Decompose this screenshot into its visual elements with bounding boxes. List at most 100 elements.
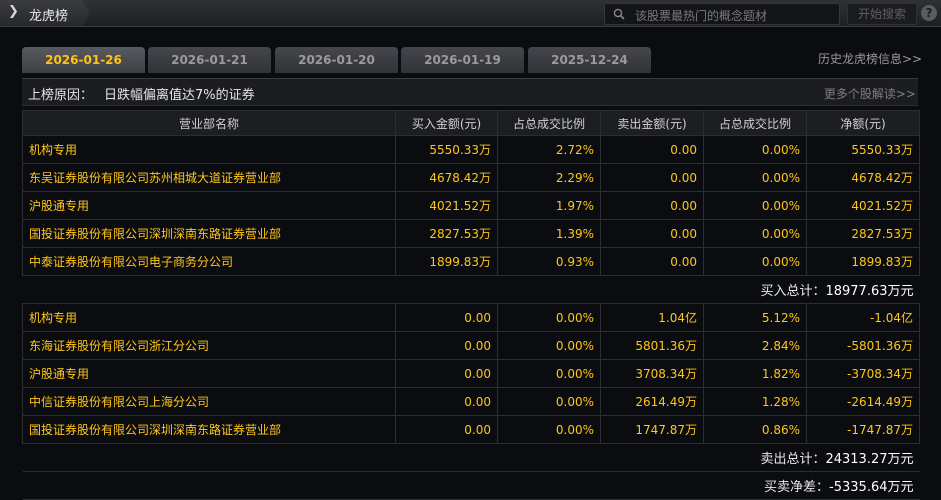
value-cell: 0.00% bbox=[497, 387, 601, 416]
value-cell: 0.00% bbox=[497, 359, 601, 388]
value-cell: 0.00 bbox=[600, 247, 704, 276]
value-cell: 4678.42万 bbox=[806, 163, 920, 192]
value-cell: 2.84% bbox=[703, 331, 807, 360]
value-cell: 4021.52万 bbox=[395, 191, 498, 220]
value-cell: 1.28% bbox=[703, 387, 807, 416]
tab-date[interactable]: 2026-01-21 bbox=[148, 47, 271, 73]
value-cell: 2827.53万 bbox=[395, 219, 498, 248]
reason-text: 日跌幅偏离值达7%的证券 bbox=[104, 88, 255, 103]
sell-total-row: 卖出总计：24313.27万元 bbox=[22, 443, 920, 472]
branch-name-cell[interactable]: 沪股通专用 bbox=[22, 359, 396, 388]
branch-name-cell[interactable]: 东海证券股份有限公司浙江分公司 bbox=[22, 331, 396, 360]
buy-total-row-cell: 买入总计：18977.63万元 bbox=[22, 275, 920, 304]
column-header: 占总成交比例 bbox=[497, 110, 601, 136]
ranking-table: 营业部名称 买入金额(元) 占总成交比例 卖出金额(元) 占总成交比例 净额(元) 机构专… bbox=[22, 110, 920, 500]
net-diff-row-value: -5335.64万元 bbox=[829, 480, 914, 495]
tab-date[interactable]: 2026-01-20 bbox=[275, 47, 398, 73]
value-cell: 1.97% bbox=[497, 191, 601, 220]
column-header: 买入金额(元) bbox=[395, 110, 498, 136]
value-cell: 5801.36万 bbox=[600, 331, 704, 360]
reason-label: 上榜原因： bbox=[28, 88, 94, 103]
net-diff-row-cell: 买卖净差：-5335.64万元 bbox=[22, 471, 920, 500]
value-cell: 5.12% bbox=[703, 303, 807, 332]
sell-total-row-value: 24313.27万元 bbox=[825, 452, 914, 467]
table-header-row: 营业部名称 买入金额(元) 占总成交比例 卖出金额(元) 占总成交比例 净额(元) bbox=[22, 110, 920, 136]
value-cell: 0.00% bbox=[497, 415, 601, 444]
value-cell: 2.72% bbox=[497, 135, 601, 164]
value-cell: -2614.49万 bbox=[806, 387, 920, 416]
value-cell: 5550.33万 bbox=[806, 135, 920, 164]
page-title: 龙虎榜 bbox=[29, 9, 69, 24]
value-cell: 0.00 bbox=[395, 387, 498, 416]
column-header: 占总成交比例 bbox=[703, 110, 807, 136]
value-cell: -1.04亿 bbox=[806, 303, 920, 332]
table-row[interactable]: 机构专用 5550.33万 2.72% 0.00 0.00% 5550.33万 bbox=[22, 135, 920, 164]
branch-name-cell[interactable]: 中信证券股份有限公司上海分公司 bbox=[22, 387, 396, 416]
table-row[interactable]: 东海证券股份有限公司浙江分公司 0.00 0.00% 5801.36万 2.84% -58… bbox=[22, 331, 920, 360]
table-row[interactable]: 机构专用 0.00 0.00% 1.04亿 5.12% -1.04亿 bbox=[22, 303, 920, 332]
value-cell: -5801.36万 bbox=[806, 331, 920, 360]
buy-total-row-label: 买入总计： bbox=[760, 284, 826, 299]
value-cell: 0.00% bbox=[703, 135, 807, 164]
column-header: 营业部名称 bbox=[22, 110, 396, 136]
sell-total-row-label: 卖出总计： bbox=[760, 452, 826, 467]
branch-name-cell[interactable]: 国投证券股份有限公司深圳深南东路证券营业部 bbox=[22, 219, 396, 248]
table-row[interactable]: 国投证券股份有限公司深圳深南东路证券营业部 2827.53万 1.39% 0.00 0.… bbox=[22, 219, 920, 248]
value-cell: 0.00% bbox=[497, 303, 601, 332]
value-cell: 0.00% bbox=[497, 331, 601, 360]
table-row[interactable]: 沪股通专用 4021.52万 1.97% 0.00 0.00% 4021.52万 bbox=[22, 191, 920, 220]
value-cell: 1899.83万 bbox=[395, 247, 498, 276]
value-cell: 0.00% bbox=[703, 191, 807, 220]
value-cell: -3708.34万 bbox=[806, 359, 920, 388]
help-icon[interactable]: ? bbox=[921, 5, 937, 21]
value-cell: 5550.33万 bbox=[395, 135, 498, 164]
search-input[interactable]: 该股票最热门的概念题材 bbox=[635, 7, 767, 24]
table-row[interactable]: 国投证券股份有限公司深圳深南东路证券营业部 0.00 0.00% 1747.87万 0.… bbox=[22, 415, 920, 444]
sell-total-row-cell: 卖出总计：24313.27万元 bbox=[22, 443, 920, 472]
value-cell: 0.86% bbox=[703, 415, 807, 444]
value-cell: 0.00% bbox=[703, 247, 807, 276]
table-row[interactable]: 东吴证券股份有限公司苏州相城大道证券营业部 4678.42万 2.29% 0.00 0.… bbox=[22, 163, 920, 192]
column-header: 净额(元) bbox=[806, 110, 920, 136]
more-analysis-link[interactable]: 更多个股解读>> bbox=[824, 85, 916, 102]
search-box[interactable]: 该股票最热门的概念题材 bbox=[604, 3, 840, 25]
value-cell: 4678.42万 bbox=[395, 163, 498, 192]
net-diff-row: 买卖净差：-5335.64万元 bbox=[22, 471, 920, 500]
value-cell: 0.93% bbox=[497, 247, 601, 276]
value-cell: 2827.53万 bbox=[806, 219, 920, 248]
branch-name-cell[interactable]: 机构专用 bbox=[22, 303, 396, 332]
column-header: 卖出金额(元) bbox=[600, 110, 704, 136]
table-row[interactable]: 中信证券股份有限公司上海分公司 0.00 0.00% 2614.49万 1.28% -26… bbox=[22, 387, 920, 416]
value-cell: -1747.87万 bbox=[806, 415, 920, 444]
value-cell: 1.82% bbox=[703, 359, 807, 388]
value-cell: 0.00 bbox=[600, 135, 704, 164]
tab-date[interactable]: 2026-01-19 bbox=[401, 47, 524, 73]
value-cell: 0.00 bbox=[395, 359, 498, 388]
search-icon bbox=[613, 8, 625, 20]
branch-name-cell[interactable]: 国投证券股份有限公司深圳深南东路证券营业部 bbox=[22, 415, 396, 444]
value-cell: 0.00 bbox=[600, 163, 704, 192]
table-row[interactable]: 沪股通专用 0.00 0.00% 3708.34万 1.82% -3708.34万 bbox=[22, 359, 920, 388]
tab-date[interactable]: 2026-01-26 bbox=[22, 47, 145, 73]
value-cell: 0.00 bbox=[600, 219, 704, 248]
title-tab[interactable]: ❯ 龙虎榜 bbox=[0, 0, 90, 26]
value-cell: 1899.83万 bbox=[806, 247, 920, 276]
branch-name-cell[interactable]: 东吴证券股份有限公司苏州相城大道证券营业部 bbox=[22, 163, 396, 192]
value-cell: 0.00% bbox=[703, 163, 807, 192]
branch-name-cell[interactable]: 机构专用 bbox=[22, 135, 396, 164]
value-cell: 2.29% bbox=[497, 163, 601, 192]
value-cell: 1.39% bbox=[497, 219, 601, 248]
value-cell: 0.00 bbox=[600, 191, 704, 220]
value-cell: 1.04亿 bbox=[600, 303, 704, 332]
table-row[interactable]: 中泰证券股份有限公司电子商务分公司 1899.83万 0.93% 0.00 0.00% 1… bbox=[22, 247, 920, 276]
value-cell: 0.00 bbox=[395, 303, 498, 332]
branch-name-cell[interactable]: 中泰证券股份有限公司电子商务分公司 bbox=[22, 247, 396, 276]
chevron-right-icon: ❯ bbox=[8, 4, 19, 19]
history-link[interactable]: 历史龙虎榜信息>> bbox=[818, 50, 922, 67]
net-diff-row-label: 买卖净差： bbox=[764, 480, 830, 495]
value-cell: 0.00 bbox=[395, 331, 498, 360]
branch-name-cell[interactable]: 沪股通专用 bbox=[22, 191, 396, 220]
tab-date[interactable]: 2025-12-24 bbox=[528, 47, 651, 73]
search-button[interactable]: 开始搜索 bbox=[847, 3, 917, 25]
reason-row: 上榜原因： 日跌幅偏离值达7%的证券 更多个股解读>> bbox=[22, 78, 918, 106]
